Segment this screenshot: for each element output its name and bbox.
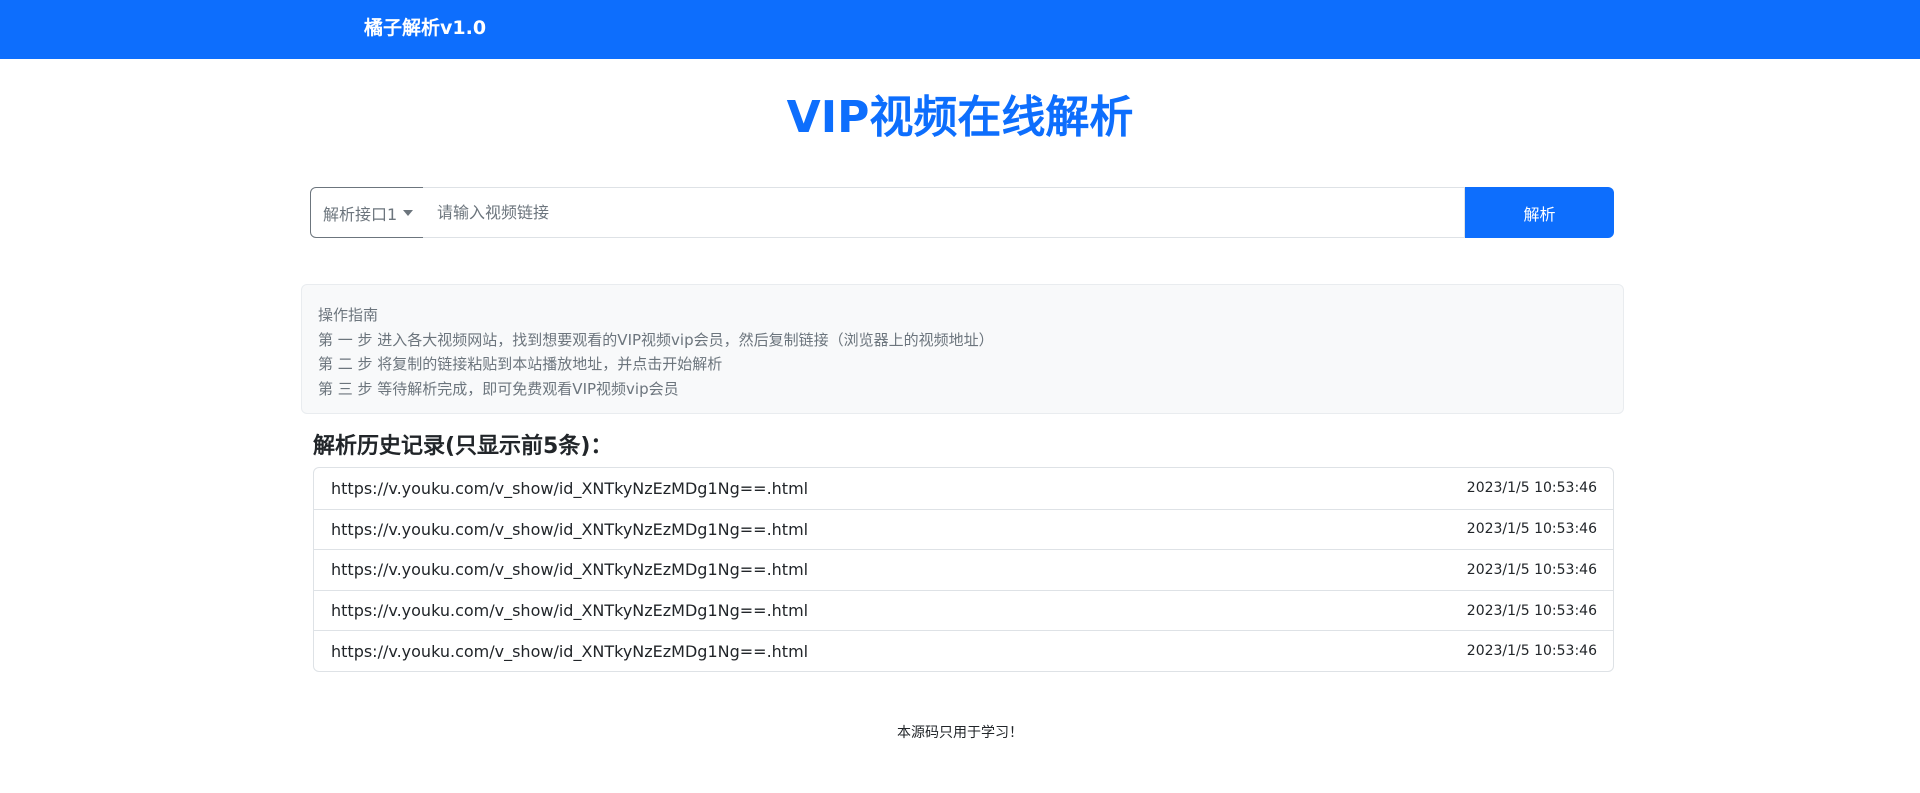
guide-step: 第 三 步 等待解析完成，即可免费观看VIP视频vip会员	[318, 379, 679, 398]
operation-guide: 操作指南 第 一 步 进入各大视频网站，找到想要观看的VIP视频vip会员，然后…	[301, 284, 1624, 414]
footer-note: 本源码只用于学习！	[897, 725, 1023, 741]
history-item[interactable]: https://v.youku.com/v_show/id_XNTkyNzEzM…	[314, 549, 1613, 590]
history-item[interactable]: https://v.youku.com/v_show/id_XNTkyNzEzM…	[314, 589, 1613, 631]
guide-step: 第 二 步 将复制的链接粘贴到本站播放地址，并点击开始解析	[318, 355, 723, 373]
history-list: https://v.youku.com/v_show/id_XNTkyNzEzM…	[313, 467, 1614, 672]
interface-dropdown-button[interactable]: 解析接口1	[310, 187, 424, 238]
history-item-time: 2023/1/5 10:53:46	[1466, 480, 1597, 497]
history-item[interactable]: https://v.youku.com/v_show/id_XNTkyNzEzM…	[314, 468, 1613, 509]
history-item-url: https://v.youku.com/v_show/id_XNTkyNzEzM…	[331, 478, 809, 498]
history-item-url: https://v.youku.com/v_show/id_XNTkyNzEzM…	[331, 601, 809, 621]
video-url-input[interactable]	[423, 187, 1465, 238]
page-title: VIP视频在线解析	[786, 92, 1134, 143]
history-item[interactable]: https://v.youku.com/v_show/id_XNTkyNzEzM…	[314, 630, 1613, 671]
history-item-time: 2023/1/5 10:53:46	[1466, 602, 1597, 619]
history-title: 解析历史记录(只显示前5条)：	[313, 434, 613, 459]
history-item-url: https://v.youku.com/v_show/id_XNTkyNzEzM…	[331, 519, 809, 539]
search-form: 解析接口1 解析	[310, 187, 1614, 238]
history-item-url: https://v.youku.com/v_show/id_XNTkyNzEzM…	[331, 560, 809, 580]
history-item-time: 2023/1/5 10:53:46	[1466, 643, 1597, 660]
history-item-time: 2023/1/5 10:53:46	[1466, 521, 1597, 538]
history-item-url: https://v.youku.com/v_show/id_XNTkyNzEzM…	[331, 641, 809, 661]
guide-heading: 操作指南	[318, 306, 379, 324]
history-item[interactable]: https://v.youku.com/v_show/id_XNTkyNzEzM…	[314, 508, 1613, 550]
history-item-time: 2023/1/5 10:53:46	[1466, 561, 1597, 578]
top-navbar: 橘子解析v1.0	[0, 0, 1920, 59]
brand-link[interactable]: 橘子解析v1.0	[364, 14, 486, 42]
caret-down-icon	[403, 209, 414, 216]
interface-selected-label: 解析接口1	[323, 204, 398, 224]
guide-step: 第 一 步 进入各大视频网站，找到想要观看的VIP视频vip会员，然后复制链接（…	[318, 330, 994, 349]
parse-button[interactable]: 解析	[1465, 187, 1614, 238]
